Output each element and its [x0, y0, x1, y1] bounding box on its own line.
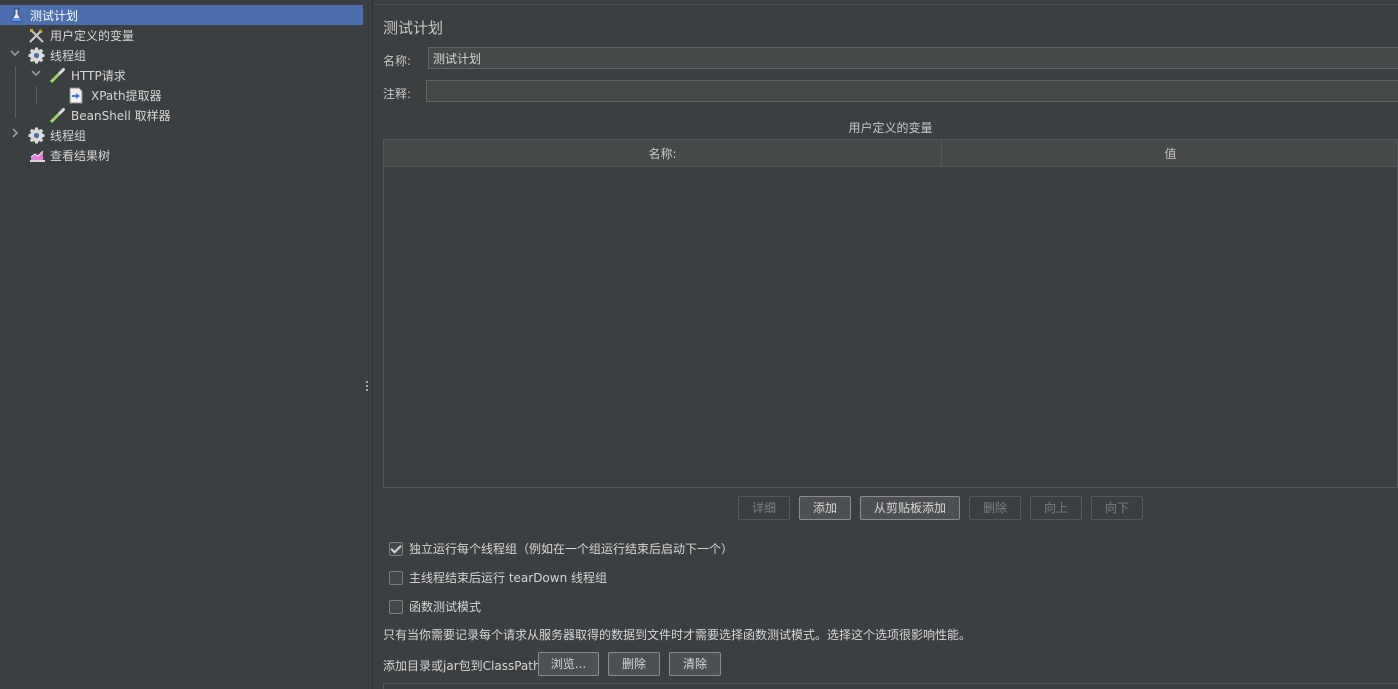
tree-item-beanshell-sampler[interactable]: BeanShell 取样器 [0, 105, 363, 125]
functional-mode-note: 只有当你需要记录每个请求从服务器取得的数据到文件时才需要选择函数测试模式。选择这… [383, 628, 972, 642]
functional-mode-label: 函数测试模式 [409, 600, 482, 614]
teardown-option[interactable]: 主线程结束后运行 tearDown 线程组 [389, 570, 649, 588]
comment-label: 注释: [383, 87, 412, 101]
tree-item-test-plan[interactable]: 测试计划 [0, 5, 363, 25]
move-down-button[interactable]: 向下 [1091, 496, 1143, 520]
chevron-down-icon[interactable] [9, 48, 21, 62]
delete-row-button[interactable]: 删除 [969, 496, 1021, 520]
comment-field[interactable] [426, 80, 1398, 102]
tree-item-label: XPath提取器 [91, 89, 162, 103]
browse-button[interactable]: 浏览... [538, 652, 599, 676]
functional-mode-option[interactable]: 函数测试模式 [389, 599, 509, 617]
teardown-label: 主线程结束后运行 tearDown 线程组 [409, 571, 608, 585]
add-button[interactable]: 添加 [799, 496, 851, 520]
tree-item-http-request[interactable]: HTTP请求 [0, 65, 363, 85]
detail-button[interactable]: 详细 [738, 496, 790, 520]
tree-item-xpath-extractor[interactable]: XPath提取器 [0, 85, 363, 105]
classpath-clear-button[interactable]: 清除 [669, 652, 721, 676]
classpath-list[interactable] [383, 683, 1398, 689]
user-variables-table[interactable]: 名称: 值 [383, 139, 1398, 488]
extractor-icon [68, 87, 85, 104]
tree-item-label: 测试计划 [30, 9, 79, 23]
split-pane-divider[interactable] [363, 0, 373, 689]
run-independently-label: 独立运行每个线程组（例如在一个组运行结束后启动下一个） [409, 542, 734, 556]
drag-handle-icon[interactable] [366, 381, 369, 395]
gear-icon [28, 47, 45, 64]
divider [373, 4, 1398, 5]
add-from-clipboard-button[interactable]: 从剪贴板添加 [860, 496, 960, 520]
functional-mode-checkbox[interactable] [389, 600, 403, 614]
tree-item-user-variables[interactable]: 用户定义的变量 [0, 25, 363, 45]
column-header-name[interactable]: 名称: [384, 140, 942, 166]
table-header: 名称: 值 [384, 140, 1397, 167]
test-plan-editor: 测试计划 名称: 测试计划 注释: 用户定义的变量 名称: 值 详细 添加 从剪… [373, 0, 1398, 689]
name-field[interactable]: 测试计划 [428, 47, 1398, 69]
test-plan-icon [8, 7, 25, 24]
listener-chart-icon [29, 147, 46, 164]
chevron-down-icon[interactable] [30, 68, 42, 82]
move-up-button[interactable]: 向上 [1030, 496, 1082, 520]
gear-icon [28, 127, 45, 144]
config-variables-icon [28, 27, 45, 44]
name-label: 名称: [383, 54, 412, 68]
classpath-delete-button[interactable]: 删除 [608, 652, 660, 676]
tree-item-label: 用户定义的变量 [50, 29, 135, 43]
tree-item-label: HTTP请求 [71, 69, 126, 83]
pipette-sampler-icon [49, 107, 66, 124]
pipette-sampler-icon [49, 67, 66, 84]
tree-item-label: 线程组 [50, 49, 87, 63]
variables-table-caption: 用户定义的变量 [848, 121, 933, 135]
page-title: 测试计划 [383, 19, 444, 37]
tree-item-label: 查看结果树 [50, 149, 111, 163]
tree-item-label: 线程组 [50, 129, 87, 143]
test-plan-tree: 测试计划 用户定义的变量 线程组 HTTP请求 XPath提取器 BeanShe… [0, 0, 364, 689]
chevron-right-icon[interactable] [9, 128, 21, 142]
run-independently-checkbox[interactable] [389, 542, 403, 556]
run-independently-option[interactable]: 独立运行每个线程组（例如在一个组运行结束后启动下一个） [389, 541, 789, 559]
tree-item-thread-group-1[interactable]: 线程组 [0, 45, 363, 65]
tree-item-label: BeanShell 取样器 [71, 109, 171, 123]
teardown-checkbox[interactable] [389, 571, 403, 585]
jmeter-window: 测试计划 用户定义的变量 线程组 HTTP请求 XPath提取器 BeanShe… [0, 0, 1398, 689]
column-header-value[interactable]: 值 [942, 140, 1398, 166]
tree-item-view-results-tree[interactable]: 查看结果树 [0, 145, 363, 165]
classpath-label: 添加目录或jar包到ClassPath [383, 659, 541, 673]
tree-item-thread-group-2[interactable]: 线程组 [0, 125, 363, 145]
